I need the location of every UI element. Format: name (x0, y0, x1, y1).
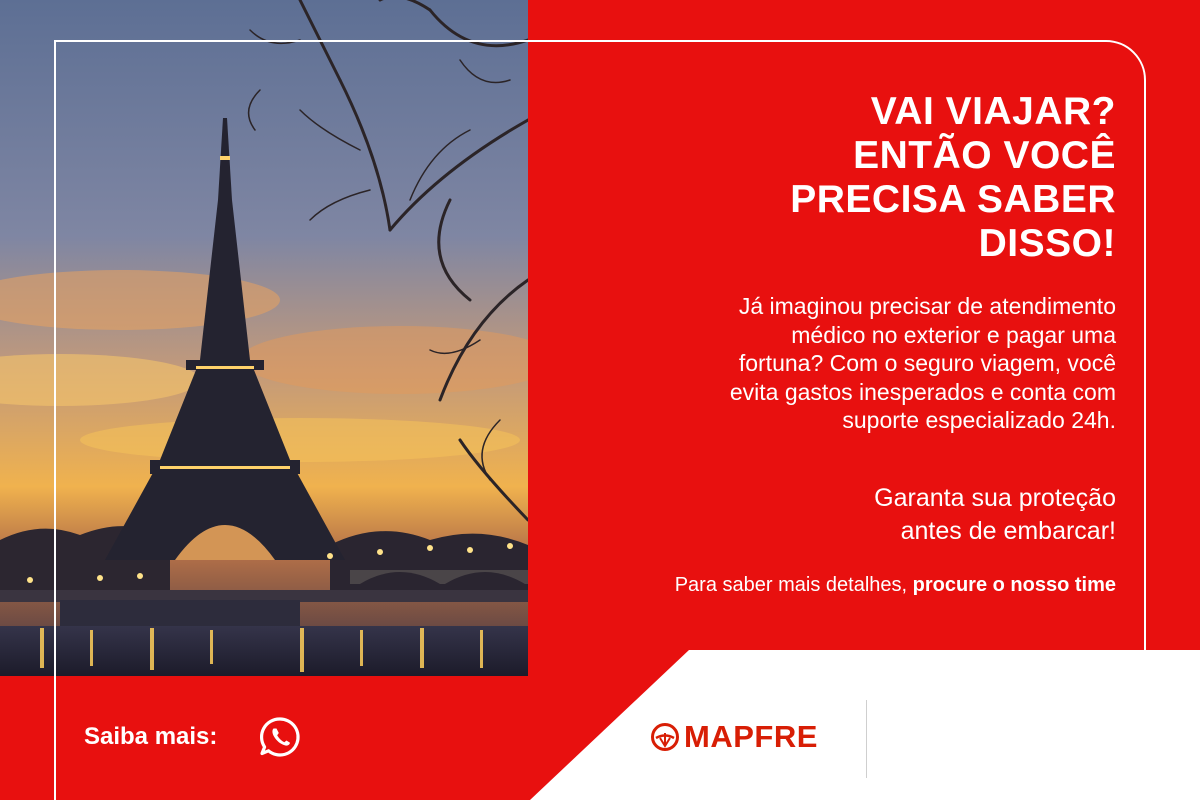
footer-divider (866, 700, 867, 778)
ad-banner: VAI VIAJAR? ENTÃO VOCÊ PRECISA SABER DIS… (0, 0, 1200, 800)
saiba-mais-label: Saiba mais: (84, 723, 218, 750)
cta-text: Garanta sua proteção antes de embarcar! (696, 482, 1116, 548)
more-info-text: Para saber mais detalhes, procure o noss… (516, 572, 1116, 598)
eiffel-tower-photo (0, 0, 528, 676)
body-line: médico no exterior e pagar uma (791, 321, 1116, 348)
headline-line: DISSO! (978, 222, 1116, 265)
body-line: Já imaginou precisar de atendimento (738, 293, 1116, 319)
body-line: fortuna? Com o seguro viagem, você (738, 350, 1116, 376)
cta-line: antes de embarcar! (900, 517, 1116, 545)
more-info-prefix: Para saber mais detalhes, (674, 574, 913, 596)
headline-line: ENTÃO VOCÊ (853, 134, 1116, 177)
body-text: Já imaginou precisar de atendimento médi… (596, 292, 1116, 435)
cta-line: Garanta sua proteção (874, 484, 1116, 512)
more-info-link[interactable]: procure o nosso time (913, 574, 1116, 596)
mapfre-logo-text: MAPFRE (684, 719, 818, 754)
headline: VAI VIAJAR? ENTÃO VOCÊ PRECISA SABER DIS… (696, 90, 1116, 266)
mapfre-logo-icon (651, 723, 679, 751)
headline-line: PRECISA SABER (790, 178, 1116, 221)
whatsapp-icon[interactable] (258, 715, 302, 759)
mapfre-logo: MAPFRE (650, 719, 818, 754)
body-line: suporte especializado 24h. (842, 407, 1116, 433)
body-line: evita gastos inesperados e conta com (729, 378, 1116, 405)
headline-line: VAI VIAJAR? (870, 90, 1116, 133)
